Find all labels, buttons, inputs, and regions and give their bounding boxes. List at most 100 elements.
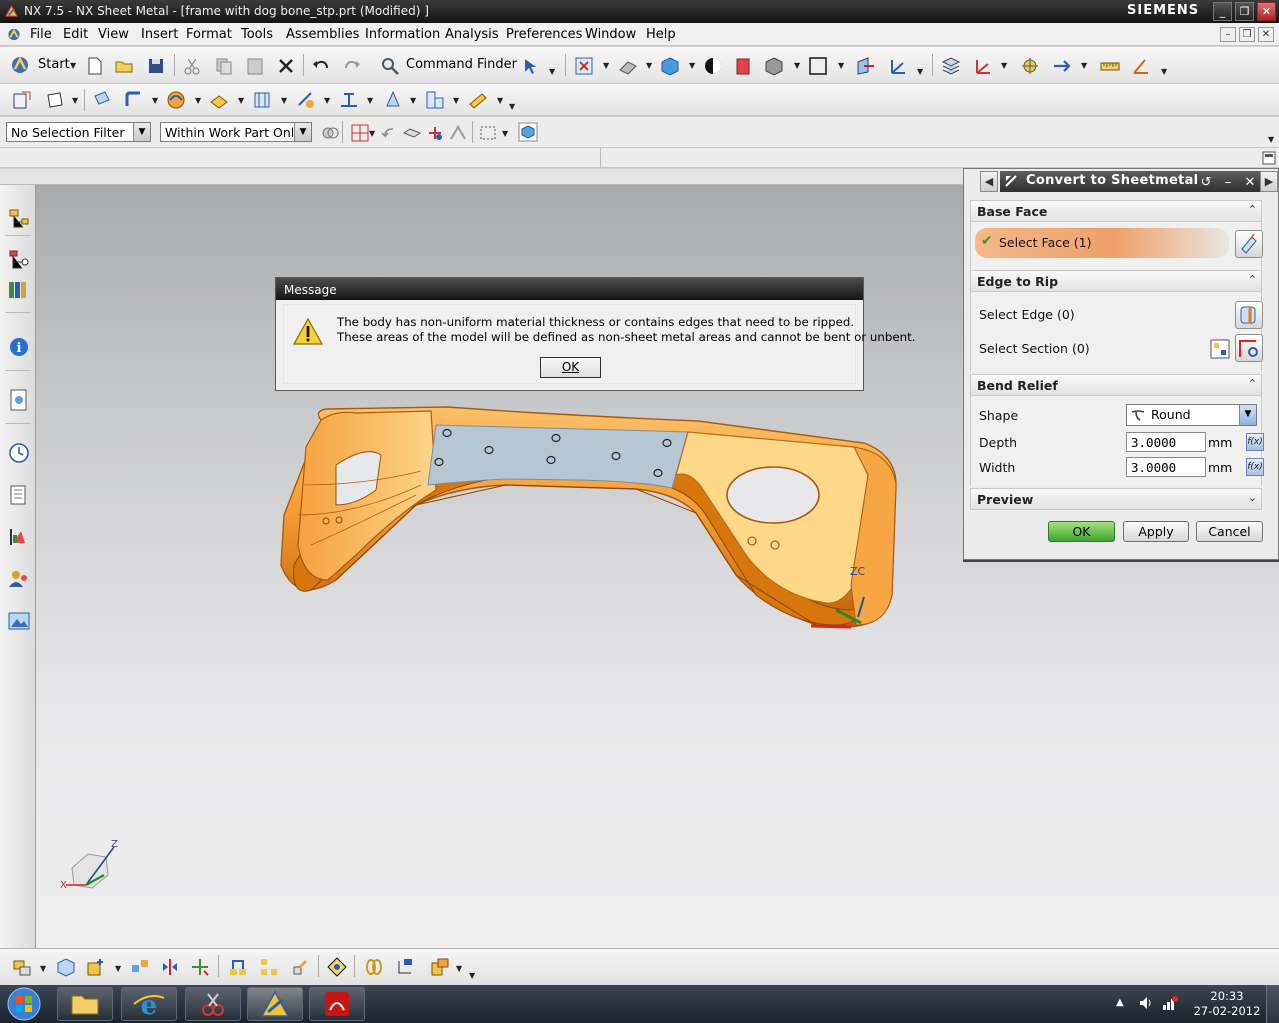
dropdown-icon[interactable]: ▼ (549, 67, 555, 76)
clock-history-icon[interactable] (7, 441, 31, 465)
dropdown-icon[interactable]: ▼ (281, 96, 287, 105)
combo-dropdown-icon[interactable]: ▼ (294, 123, 311, 141)
network-icon[interactable] (1161, 994, 1179, 1012)
system-clock[interactable]: 20:33 27-02-2012 (1192, 989, 1262, 1019)
mdi-restore-button[interactable]: ❐ (1239, 27, 1255, 42)
start-icon[interactable] (10, 55, 30, 75)
dropdown-icon[interactable]: ▼ (238, 96, 244, 105)
show-selection-icon[interactable] (518, 122, 538, 142)
selection-filter-combo[interactable]: No Selection Filter ▼ (6, 122, 151, 142)
select-face-button[interactable] (1235, 230, 1263, 258)
process-studio-icon[interactable] (7, 525, 31, 549)
dialog-forward-button[interactable]: ▶ (1260, 171, 1278, 192)
taskbar-internet-explorer[interactable]: e (121, 987, 177, 1021)
open-folder-icon[interactable] (114, 56, 134, 76)
width-formula-button[interactable]: f(x) (1246, 458, 1264, 476)
move-component-icon[interactable] (190, 957, 210, 977)
mirror-assembly-icon[interactable] (160, 957, 180, 977)
dropdown-icon[interactable]: ▼ (1161, 67, 1167, 76)
selection-scope-combo[interactable]: Within Work Part Only ▼ (160, 122, 312, 142)
collapse-icon[interactable]: ⌃ (1248, 203, 1257, 216)
dropdown-icon[interactable]: ▼ (40, 964, 46, 973)
menu-preferences[interactable]: Preferences (506, 27, 582, 42)
snap-point-icon[interactable] (1020, 56, 1040, 76)
menu-analysis[interactable]: Analysis (445, 27, 499, 42)
measure-distance-icon[interactable] (1100, 56, 1120, 76)
system-materials-icon[interactable] (7, 483, 31, 507)
copy-icon[interactable] (214, 56, 234, 76)
datum-plane-icon[interactable] (856, 56, 876, 76)
maximize-button[interactable]: ❐ (1235, 2, 1254, 21)
message-ok-button[interactable]: OK (540, 357, 601, 378)
dropdown-icon[interactable]: ▼ (72, 96, 78, 105)
command-finder-icon[interactable] (380, 56, 400, 76)
web-browser-icon[interactable]: i (7, 335, 31, 359)
section-view-icon[interactable] (733, 56, 753, 76)
flat-solid-icon[interactable] (425, 90, 445, 110)
selection-tools-icon[interactable] (521, 56, 541, 76)
dropdown-icon[interactable]: ▼ (1081, 61, 1087, 70)
dropdown-icon[interactable]: ▼ (689, 61, 695, 70)
rectangle-select-icon[interactable] (478, 123, 498, 143)
combo-dropdown-icon[interactable]: ▼ (1239, 405, 1256, 425)
section-base-face[interactable]: Base Face ⌃ (970, 200, 1262, 222)
dropdown-icon[interactable]: ▼ (646, 61, 652, 70)
toolbar-options-icon[interactable]: ▼ (509, 102, 515, 111)
select-face-row[interactable]: ✔ Select Face (1) (975, 228, 1229, 258)
flat-pattern-icon[interactable] (339, 90, 359, 110)
dropdown-icon[interactable]: ▼ (367, 96, 373, 105)
wireframe-icon[interactable] (764, 56, 784, 76)
undo-icon[interactable] (311, 56, 331, 76)
message-title-bar[interactable]: Message (276, 278, 863, 300)
snap-point-toggle-icon[interactable] (425, 123, 445, 143)
exploded-views-icon[interactable] (259, 957, 279, 977)
dropdown-icon[interactable]: ▼ (369, 129, 375, 138)
add-component-icon[interactable] (56, 957, 76, 977)
collapse-icon[interactable]: ⌃ (1248, 273, 1257, 286)
depth-input[interactable]: 3.0000 (1126, 432, 1206, 452)
snap-grid-icon[interactable] (350, 123, 370, 143)
new-file-icon[interactable] (85, 56, 105, 76)
select-edge-button[interactable] (1235, 301, 1263, 329)
menu-view[interactable]: View (98, 27, 129, 42)
link-icon[interactable] (364, 957, 384, 977)
csys-icon[interactable] (889, 56, 909, 76)
mdi-close-button[interactable]: ✕ (1258, 27, 1274, 42)
combo-dropdown-icon[interactable]: ▼ (133, 123, 150, 141)
section-preview[interactable]: Preview ⌄ (970, 488, 1262, 510)
menu-tools[interactable]: Tools (241, 27, 273, 42)
dropdown-icon[interactable]: ▼ (453, 96, 459, 105)
delete-icon[interactable] (276, 56, 296, 76)
close-button[interactable]: ✕ (1257, 2, 1276, 21)
assembly-component-icon[interactable] (12, 957, 32, 977)
select-section-button[interactable] (1235, 334, 1263, 362)
menu-window[interactable]: Window (585, 27, 636, 42)
redo-icon[interactable] (342, 56, 362, 76)
toolbar-options-icon[interactable]: ▼ (469, 971, 475, 980)
volume-icon[interactable] (1138, 995, 1154, 1011)
background-color-icon[interactable] (808, 56, 828, 76)
close-dialog-icon[interactable]: ✕ (1240, 173, 1260, 192)
width-input[interactable]: 3.0000 (1126, 457, 1206, 477)
sequence-icon[interactable] (290, 957, 310, 977)
nx-menu-icon[interactable] (6, 27, 22, 42)
dropdown-icon[interactable]: ▼ (456, 964, 462, 973)
menu-edit[interactable]: Edit (63, 27, 88, 42)
shading-mode-icon[interactable] (703, 56, 723, 76)
dropdown-icon[interactable]: ▼ (794, 61, 800, 70)
taskbar-snipping-tool[interactable] (185, 987, 241, 1021)
dropdown-icon[interactable]: ▼ (152, 96, 158, 105)
toolbar-options-icon[interactable]: ▼ (1268, 135, 1274, 144)
show-desktop-button[interactable] (1266, 985, 1279, 1023)
layer-settings-icon[interactable] (941, 56, 961, 76)
show-hidden-icons[interactable]: ▲ (1116, 997, 1124, 1008)
fit-view-icon[interactable] (574, 56, 594, 76)
dropdown-icon[interactable]: ▼ (502, 129, 508, 138)
shaded-cube-icon[interactable] (660, 56, 680, 76)
nx-app-icon[interactable] (4, 4, 19, 19)
reuse-library-icon[interactable] (7, 278, 31, 302)
wcs-icon[interactable] (973, 56, 993, 76)
start-button[interactable]: Start (38, 57, 70, 72)
collapse-dialog-icon[interactable]: – (1218, 173, 1238, 192)
collapse-icon[interactable]: ⌃ (1248, 377, 1257, 390)
